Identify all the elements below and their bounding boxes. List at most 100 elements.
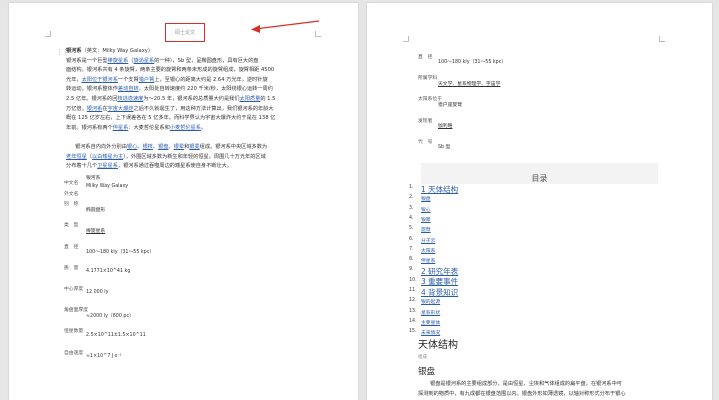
paragraph-line: 银河系自内向外分别由银心、银核、银盘、银晕和银冕组成。银河系中央区域多数为 xyxy=(66,143,267,153)
paragraph-line: 探测到的物质中，有九成都在银盘范围以内。银盘外形如薄透镜，以轴对称形式分布于银心 xyxy=(418,390,626,397)
hyperlink[interactable]: 宇宙大爆炸 xyxy=(108,106,134,112)
margin-corner-mark xyxy=(45,31,51,37)
field-label: 所属学科 xyxy=(418,76,438,82)
hyperlink[interactable]: 银心 xyxy=(127,144,137,150)
paragraph-line: 万亿倍，银河系在宇宙大爆炸之后不久就诞生了，用这种方法计算出，我们银河系的年龄大 xyxy=(66,105,275,115)
text-run: 分布着十几个 xyxy=(66,163,98,170)
page-header-box[interactable]: 硕士论文 xyxy=(165,23,205,42)
field-value: 4.1771×10^41 kg xyxy=(86,269,131,275)
text-run: 的一种），Sb 型，呈椭圆盘形，具有巨大的盘 xyxy=(154,57,259,64)
toc-number: 8. xyxy=(409,257,414,263)
field-value-link[interactable]: 天文学、星系物理学、宇宙学 xyxy=(438,80,500,87)
hyperlink[interactable]: 猎户臂 xyxy=(139,77,155,83)
toc-number: 13. xyxy=(409,308,417,314)
toc-link[interactable]: 银晕 xyxy=(421,216,431,223)
text-run: ），外围区域多数为新生和年轻的恒星。周围几十万光年的区域 xyxy=(123,153,266,160)
hyperlink[interactable]: 太阳质量 xyxy=(240,96,261,102)
text-run: （英文：Milky Way Galaxy） xyxy=(81,48,154,54)
toc-link[interactable]: 银的起源 xyxy=(421,298,440,305)
field-value: Milky Way Galaxy xyxy=(86,184,129,190)
hyperlink[interactable]: 银晕 xyxy=(174,144,184,150)
toc-link[interactable]: 伴星系 xyxy=(421,257,435,264)
field-label: 代 号 xyxy=(418,139,433,145)
document-page-right[interactable]: 直 径 100～180 kly（31～55 kpc） 所属学科 天文学、星系物理学、宇… xyxy=(367,3,712,400)
hyperlink[interactable]: 小麦哲伦星系 xyxy=(170,125,201,131)
field-value: ≈1×10^7 J·s⁻¹ xyxy=(86,353,122,359)
field-label: 直 径 xyxy=(418,55,433,60)
toc-link[interactable]: 4 背景知识 xyxy=(421,287,458,298)
paragraph-line: 老年恒星（以白矮星为主），外围区域多数为新生和年轻的恒星。周围几十万光年的区域 xyxy=(66,153,267,163)
field-value: 椭圆盘形 xyxy=(86,207,106,213)
hyperlink[interactable]: 以白矮星为主 xyxy=(92,154,123,160)
hyperlink[interactable]: 银核 xyxy=(142,144,152,150)
toc-link[interactable]: 星系形状 xyxy=(421,309,440,316)
text-run: 面结构。银河系共有 4 条旋臂，两条主要的旋臂和两条未形成的旋臂组成，旋臂相距 … xyxy=(66,67,275,74)
toc-number: 2. xyxy=(409,195,414,201)
toc-link[interactable]: 旋臂 xyxy=(421,226,431,233)
margin-corner-mark xyxy=(659,36,665,42)
text-run: 之后不久就诞生了，用这种方法计算出，我们银河系的年龄大 xyxy=(133,105,274,112)
hyperlink[interactable]: 银冕 xyxy=(189,144,199,150)
field-value-link[interactable]: 伽利略 xyxy=(438,122,452,129)
hyperlink[interactable]: 旋涡星系 xyxy=(133,58,154,64)
subsection-label: 组成 xyxy=(418,355,427,360)
toc-number: 10. xyxy=(409,277,417,283)
hyperlink[interactable]: 伴星系 xyxy=(113,125,129,131)
field-label: 类 型 xyxy=(64,223,79,229)
toc-number: 1. xyxy=(409,185,414,190)
toc-number: 4. xyxy=(409,215,414,221)
field-value-link[interactable]: 棒旋星系 xyxy=(86,227,105,234)
header-text: 硕士论文 xyxy=(174,30,195,36)
text-run: 银河系自内向外分别由 xyxy=(75,144,127,150)
text-run: 的 1.5 xyxy=(260,95,276,102)
paragraph-line: 年前。银河系有两个伴星系：大麦哲伦星系和小麦哲伦星系。 xyxy=(66,124,275,134)
toc-link[interactable]: 主要星体 xyxy=(421,319,440,326)
field-label: 自由速度 xyxy=(64,350,84,356)
paragraph-line: 面结构。银河系共有 4 条旋臂，两条主要的旋臂和两条未形成的旋臂组成，旋臂相距 … xyxy=(66,66,275,76)
field-value: 100～180 kly（31～55 kpc） xyxy=(438,60,507,66)
text-run: 概在 125 亿岁左右，上下误差各在 5 亿多年。而科学界认为宇宙大爆炸大约于是… xyxy=(66,115,276,122)
hyperlink[interactable]: 太阳位于 xyxy=(82,77,103,83)
text-run: ，银河系通过吞噬周边的矮星系使自身不断壮大。 xyxy=(117,163,233,170)
toc-link[interactable]: 分子云 xyxy=(421,237,435,244)
field-value: 银河系 xyxy=(86,175,101,181)
field-label: 恒星数量 xyxy=(64,329,84,335)
toc-number: 9. xyxy=(409,267,414,273)
hyperlink[interactable]: 棒旋星系 xyxy=(108,58,129,64)
paragraph-line: 转运动，银河系整体作差动自转，太阳处自转速度约 220 千米/秒，太阳绕银心运转… xyxy=(66,85,275,95)
toc-number: 12. xyxy=(409,298,417,304)
toc-number: 3. xyxy=(409,205,414,211)
field-value: 2.5×10^11±1.5×10^11 xyxy=(86,332,146,338)
text-run: 年前。银河系有两个 xyxy=(66,124,113,131)
hyperlink[interactable]: 银河系 xyxy=(87,106,103,112)
bold-term: 银河系 xyxy=(66,48,82,54)
toc-link[interactable]: 1 天体结构 xyxy=(421,184,458,195)
hyperlink[interactable]: 核逃逸速度 xyxy=(117,96,143,102)
text-run: 为～20.5 年，银河系的总质量大约是我们 xyxy=(143,95,240,102)
toc-link[interactable]: 银盘 xyxy=(421,195,431,202)
field-value: ≈2000 ly（600 pc） xyxy=(86,313,134,319)
text-run: 组成。银河系中央区域多数为 xyxy=(199,144,268,150)
field-value: 100～180 kly（31～55 kpc） xyxy=(86,249,155,255)
hyperlink[interactable]: 银盘 xyxy=(158,144,168,150)
text-run: 。 xyxy=(200,124,207,131)
toc-link[interactable]: 银心 xyxy=(421,206,431,213)
hyperlink[interactable]: 老年恒星 xyxy=(66,154,87,160)
paragraph-line: 银盘是银河系的主要组成部分，是由恒星、尘埃和气体组成的扁平盘，在银河系中可 xyxy=(430,381,622,387)
toc-number: 7. xyxy=(409,246,414,252)
field-label: 别 称 xyxy=(64,202,79,208)
text-run: 转运动，银河系整体作 xyxy=(66,86,118,93)
document-page-left[interactable]: 硕士论文 ⋮⋮ 银河系（英文：Milky Way Galaxy） 银河系是一个巨型… xyxy=(9,3,358,400)
field-label: 外文名 xyxy=(64,191,79,197)
intro-paragraph: 银河系（英文：Milky Way Galaxy） 银河系是一个巨型棒旋星系（旋涡星… xyxy=(66,47,275,133)
hyperlink[interactable]: 银河系 xyxy=(102,77,118,83)
field-value: Sb 型 xyxy=(438,145,451,151)
paragraph-line: 光年，太阳位于银河系一个支臂猎户臂上，至银心的距离大约是 2.64 万光年，逆时… xyxy=(66,76,275,86)
toc-number: 6. xyxy=(409,236,414,242)
toc-link[interactable]: 太阳系 xyxy=(421,247,435,254)
paragraph-line: 概在 125 亿岁左右，上下误差各在 5 亿多年。而科学界认为宇宙大爆炸大约于是… xyxy=(66,114,275,124)
toc-title: 目录 xyxy=(531,174,548,183)
text-run: 银河系是一个巨型 xyxy=(66,57,108,64)
hyperlink[interactable]: 差动自转 xyxy=(118,86,139,92)
hyperlink[interactable]: 卫星星系 xyxy=(97,163,118,169)
